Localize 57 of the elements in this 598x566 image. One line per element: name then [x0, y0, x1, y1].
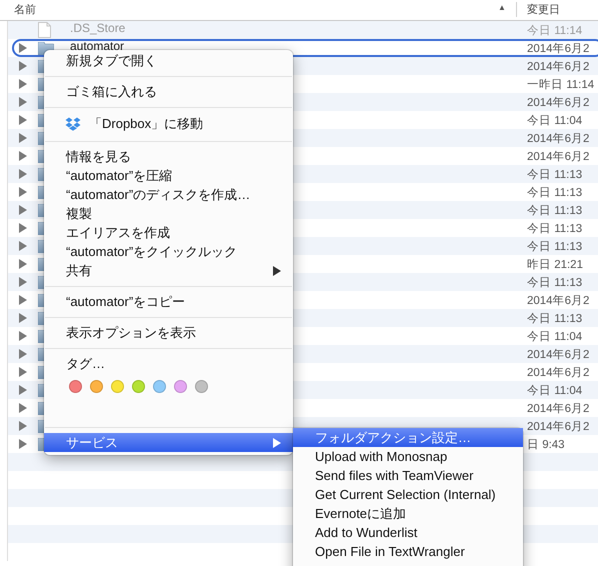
menu-item[interactable]: Upload with Monosnap	[293, 447, 523, 466]
tag-color-dot[interactable]	[69, 380, 82, 393]
tag-color-dot[interactable]	[132, 380, 145, 393]
menu-item[interactable]: 情報を見る	[44, 147, 293, 166]
menu-item[interactable]: タグ…	[44, 354, 293, 373]
modified-date: 2014年6月2	[527, 150, 590, 164]
tag-color-dot[interactable]	[195, 380, 208, 393]
modified-date: 今日 11:13	[527, 168, 582, 182]
menu-item[interactable]: 共有	[44, 261, 293, 280]
modified-date: 今日 11:13	[527, 312, 582, 326]
file-name: automator	[70, 40, 124, 52]
menu-item[interactable]: 複製	[44, 204, 293, 223]
menu-item[interactable]: Send files with TeamViewer	[293, 466, 523, 485]
modified-date: 今日 11:13	[527, 240, 582, 254]
menu-item[interactable]: “automator”を圧縮	[44, 166, 293, 185]
modified-date: 今日 11:13	[527, 222, 582, 236]
modified-date: 今日 11:13	[527, 204, 582, 218]
modified-date: 今日 11:14	[527, 24, 582, 38]
menu-item[interactable]: 「Dropbox」に移動	[44, 113, 293, 135]
menu-item[interactable]: サービス	[44, 433, 293, 452]
menu-item[interactable]: 表示オプションを表示	[44, 323, 293, 342]
menu-item[interactable]: “automator”をコピー	[44, 292, 293, 311]
menu-item[interactable]: 新規タブで開く	[44, 51, 293, 70]
modified-date: 2014年6月2	[527, 402, 590, 416]
menu-item[interactable]: フォルダアクション設定…	[293, 428, 523, 447]
menu-item[interactable]: ゴミ箱に入れる	[44, 82, 293, 101]
modified-date: 2014年6月2	[527, 420, 590, 434]
tag-color-dot[interactable]	[174, 380, 187, 393]
modified-date: 今日 11:04	[527, 384, 582, 398]
menu-item[interactable]: “automator”のディスクを作成…	[44, 185, 293, 204]
modified-date: 2014年6月2	[527, 132, 590, 146]
modified-date: 2014年6月2	[527, 366, 590, 380]
modified-date: 2014年6月2	[527, 294, 590, 308]
modified-date: 2014年6月2	[527, 60, 590, 74]
menu-item[interactable]: Evernoteに追加	[293, 504, 523, 523]
menu-item[interactable]: エイリアスを作成	[44, 223, 293, 242]
modified-date: 昨日 21:21	[527, 258, 583, 272]
modified-date: 2014年6月2	[527, 96, 590, 110]
tag-color-dot[interactable]	[90, 380, 103, 393]
modified-date: 今日 11:04	[527, 330, 582, 344]
modified-date: 一昨日 11:14	[527, 78, 594, 92]
name-column-title[interactable]: 名前	[14, 2, 36, 17]
modified-date: 今日 11:13	[527, 186, 582, 200]
tag-color-dot[interactable]	[153, 380, 166, 393]
sort-arrow[interactable]: ▲	[498, 3, 506, 12]
tag-color-dot[interactable]	[111, 380, 124, 393]
modified-date: 日 9:43	[527, 438, 565, 452]
modified-date: 今日 11:04	[527, 114, 582, 128]
date-column-title[interactable]: 変更日	[516, 2, 560, 17]
menu-item[interactable]: “automator”をクイックルック	[44, 242, 293, 261]
modified-date: 2014年6月2	[527, 348, 590, 362]
box-icon	[65, 117, 81, 131]
file-name: .DS_Store	[70, 22, 126, 34]
modified-date: 今日 11:13	[527, 276, 582, 290]
menu-item[interactable]: Open File in TextWrangler	[293, 542, 523, 561]
menu-item[interactable]: Get Current Selection (Internal)	[293, 485, 523, 504]
modified-date: 2014年6月2	[527, 42, 590, 56]
